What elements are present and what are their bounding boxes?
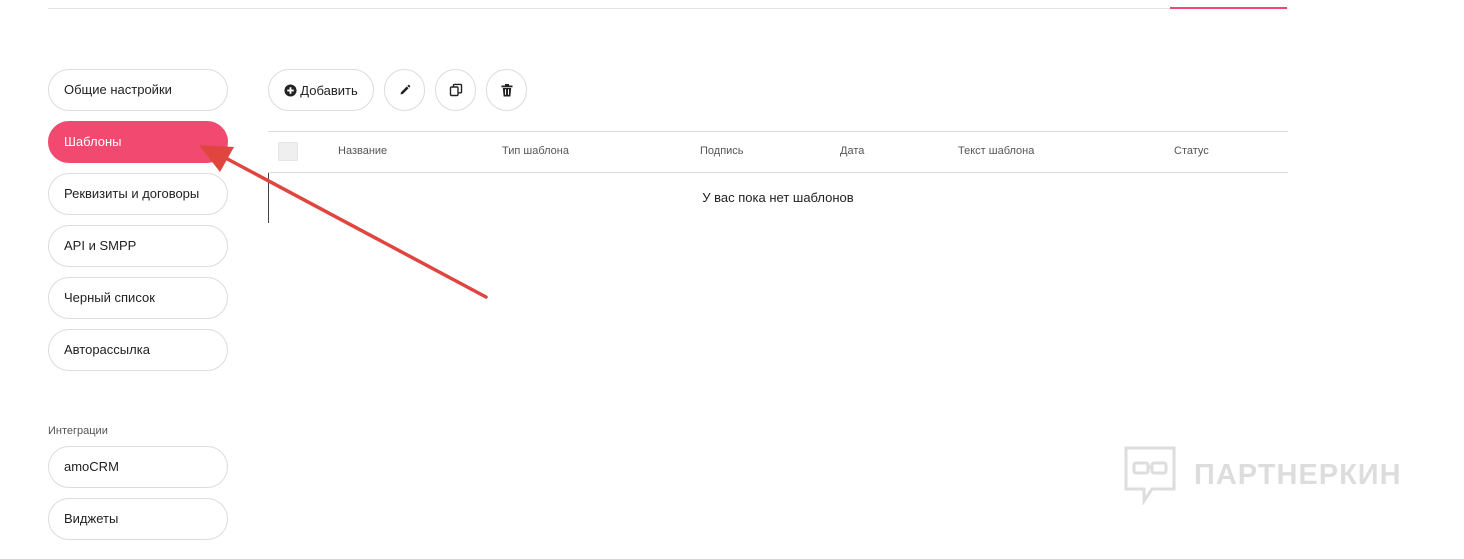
watermark-text: ПАРТНЕРКИН	[1194, 458, 1402, 491]
watermark-logo-icon	[1124, 446, 1176, 505]
watermark: ПАРТНЕРКИН	[1122, 445, 1402, 505]
